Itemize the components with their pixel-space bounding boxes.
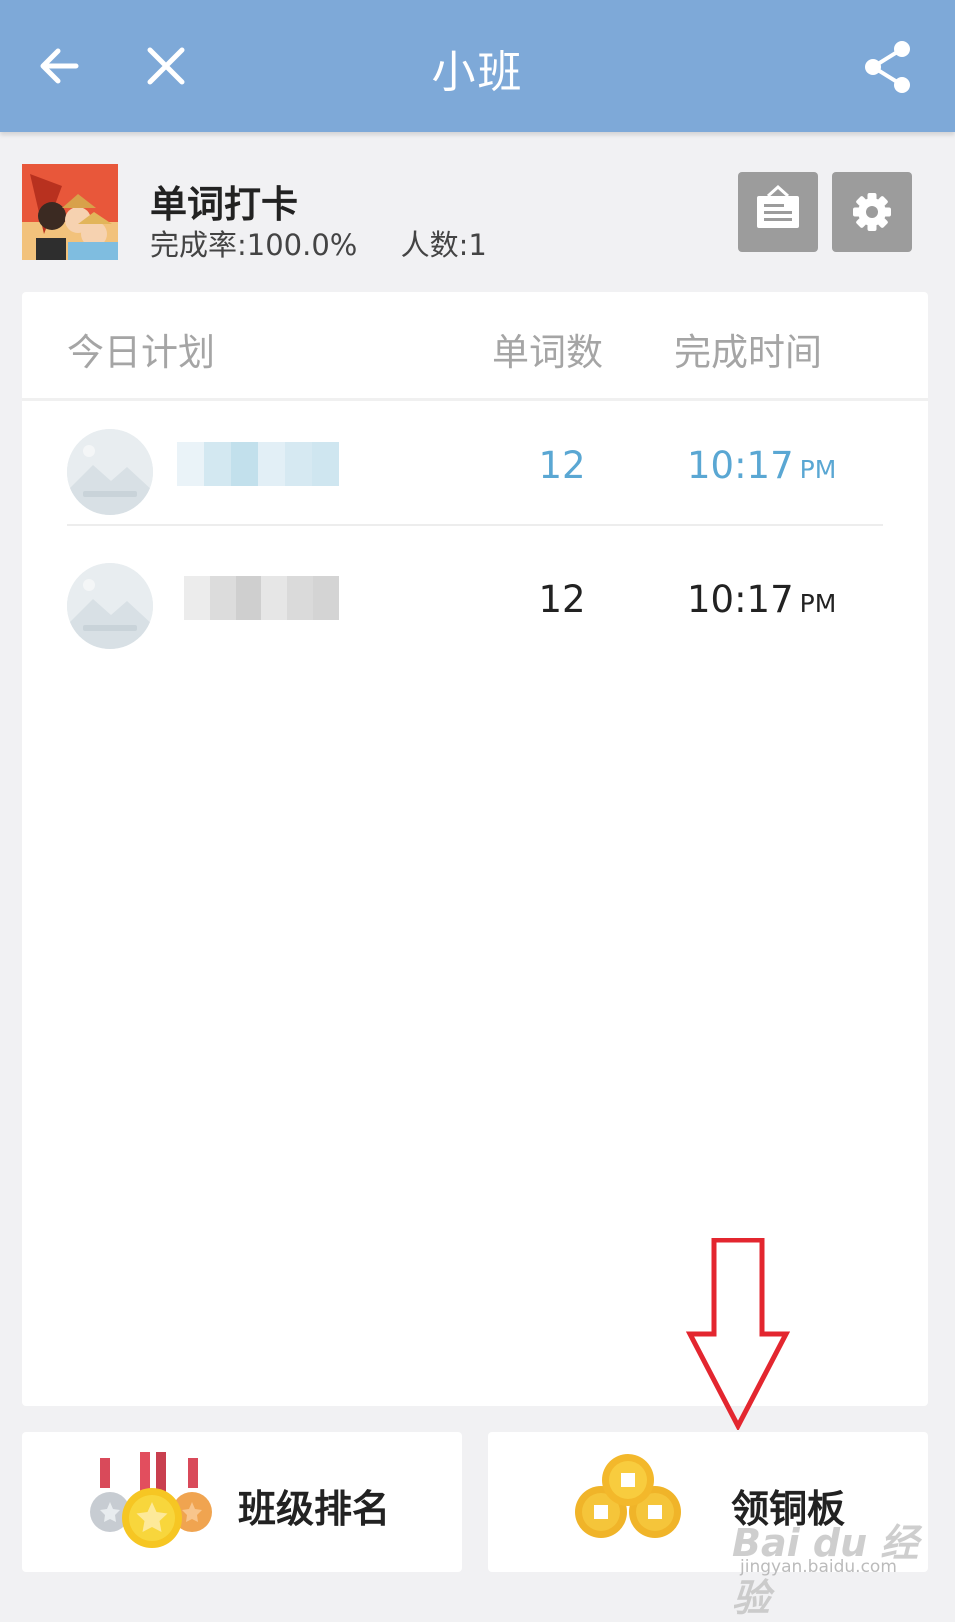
gear-icon <box>853 193 891 231</box>
finish-time-value: 10:17 <box>687 578 794 621</box>
column-header-word-count: 单词数 <box>492 331 603 374</box>
class-stats: 完成率:100.0% 人数:1 <box>150 222 521 264</box>
word-count: 12 <box>538 444 586 487</box>
finish-time-value: 10:17 <box>687 444 794 487</box>
word-count: 12 <box>538 578 586 621</box>
plan-card: 今日计划 单词数 完成时间 12 10:17 PM 12 10:17 PM <box>22 292 928 1406</box>
notice-board-icon <box>757 184 799 228</box>
row-divider <box>67 524 883 526</box>
copper-coins-icon <box>575 1454 681 1538</box>
finish-time: 10:17 PM <box>687 578 836 621</box>
page-title: 小班 <box>431 47 524 98</box>
settings-button[interactable] <box>832 172 912 252</box>
finish-time: 10:17 PM <box>687 444 836 487</box>
column-header-plan: 今日计划 <box>67 331 215 374</box>
class-header: 单词打卡 完成率:100.0% 人数:1 <box>0 132 955 292</box>
class-name: 单词打卡 <box>150 183 298 226</box>
watermark-url: jingyan.baidu.com <box>740 1557 897 1577</box>
user-avatar-placeholder <box>67 429 153 515</box>
notice-board-button[interactable] <box>738 172 818 252</box>
class-avatar[interactable] <box>22 164 118 260</box>
completion-rate: 完成率:100.0% <box>150 228 358 262</box>
member-count: 人数:1 <box>400 228 487 262</box>
finish-time-ampm: PM <box>799 589 837 618</box>
table-row[interactable]: 12 10:17 PM <box>22 404 928 540</box>
user-avatar-placeholder <box>67 563 153 649</box>
class-ranking-label: 班级排名 <box>238 1487 391 1531</box>
red-down-arrow-icon <box>686 1238 790 1430</box>
share-icon[interactable] <box>858 36 918 96</box>
blurred-username <box>184 576 339 620</box>
blurred-username <box>177 442 339 486</box>
class-ranking-button[interactable]: 班级排名 <box>22 1432 462 1572</box>
medals-icon <box>90 1452 212 1548</box>
top-app-bar: 小班 <box>0 0 955 132</box>
column-header-finish-time: 完成时间 <box>674 331 822 374</box>
table-row[interactable]: 12 10:17 PM <box>22 538 928 674</box>
header-divider <box>22 398 928 401</box>
finish-time-ampm: PM <box>799 455 837 484</box>
